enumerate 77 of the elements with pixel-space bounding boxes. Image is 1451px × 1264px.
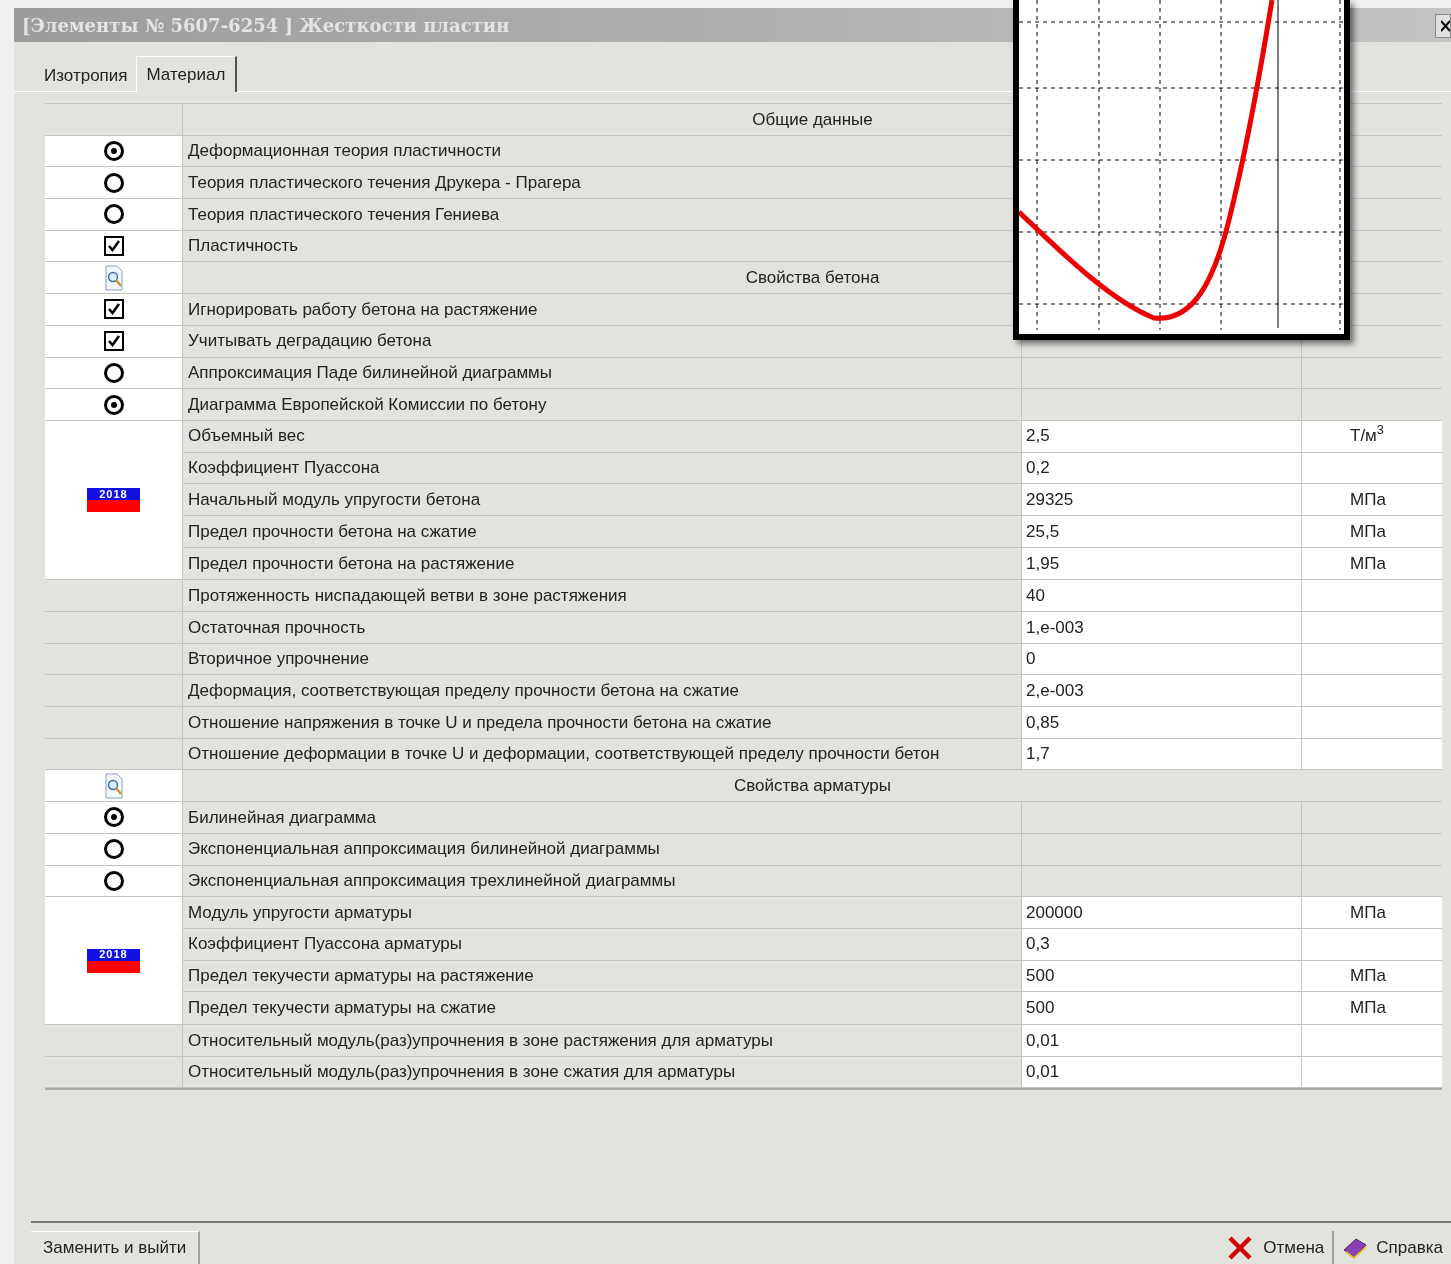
section-heading: Свойства арматуры xyxy=(734,775,891,798)
cancel-button[interactable]: Отмена xyxy=(1219,1231,1335,1264)
radio-button[interactable] xyxy=(103,204,124,225)
property-label: Экспоненциальная аппроксимация трехлинейной диаграммы xyxy=(188,870,676,893)
property-label: Начальный модуль упругости бетона xyxy=(188,488,481,511)
value-field[interactable]: 2,e-003 xyxy=(1022,675,1302,707)
tab[interactable]: Изотропия xyxy=(36,60,136,91)
value-field[interactable]: 1,7 xyxy=(1022,738,1302,770)
cross-icon xyxy=(1227,1234,1254,1261)
value-field[interactable]: 0,01 xyxy=(1022,1056,1302,1088)
value-field[interactable]: 0 xyxy=(1022,643,1302,675)
replace-and-exit-button[interactable]: Заменить и выйти xyxy=(31,1231,201,1264)
property-label: Относительный модуль(раз)упрочнения в зоне сжатия для арматуры xyxy=(188,1061,736,1084)
property-label: Экспоненциальная аппроксимация билинейной диаграммы xyxy=(188,838,660,861)
property-label: Теория пластического течения Гениева xyxy=(188,203,500,226)
property-label: Предел прочности бетона на сжатие xyxy=(188,520,477,543)
section-heading: Свойства бетона xyxy=(745,267,880,290)
property-label: Отношение деформации в точке U и деформации, соответствующей пределу прочности бетон xyxy=(188,743,940,766)
property-label: Коэффициент Пуассона арматуры xyxy=(188,933,462,956)
property-label: Теория пластического течения Друкера - Прагера xyxy=(188,171,581,194)
value-field[interactable]: 2,5 xyxy=(1022,420,1302,452)
close-button[interactable] xyxy=(1435,14,1451,38)
property-label: Остаточная прочность xyxy=(188,616,366,639)
close-icon xyxy=(1441,20,1450,32)
magnifier-icon[interactable] xyxy=(103,772,124,799)
property-label: Протяженность ниспадающей ветви в зоне растяжения xyxy=(188,584,627,607)
property-label: Предел текучести арматуры на сжатие xyxy=(188,997,496,1020)
property-label: Деформационная теория пластичности xyxy=(188,140,502,163)
radio-button[interactable] xyxy=(103,172,124,193)
property-label: Аппроксимация Паде билинейной диаграммы xyxy=(188,362,552,385)
magnifier-icon[interactable] xyxy=(103,264,124,291)
property-label: Предел прочности бетона на растяжение xyxy=(188,552,515,575)
value-field[interactable]: 0,85 xyxy=(1022,707,1302,738)
radio-button[interactable] xyxy=(103,394,124,415)
window-title: [Элементы № 5607-6254 ] Жесткости пластин xyxy=(22,13,510,38)
value-field[interactable]: 200000 xyxy=(1022,897,1302,928)
property-label: Коэффициент Пуассона xyxy=(188,457,380,480)
property-label: Модуль упругости арматуры xyxy=(188,901,412,924)
unit-cell: МПа xyxy=(1302,897,1442,928)
value-field[interactable]: 0,3 xyxy=(1022,928,1302,960)
unit-cell: Т/м$^{3}$ xyxy=(1302,420,1442,452)
value-field[interactable]: 25,5 xyxy=(1022,515,1302,547)
unit-cell: МПа xyxy=(1302,515,1442,547)
radio-button[interactable] xyxy=(103,362,124,383)
value-field[interactable]: 1,95 xyxy=(1022,547,1302,580)
section-heading: Общие данные xyxy=(752,108,873,131)
value-field[interactable]: 0,2 xyxy=(1022,452,1302,484)
tab[interactable]: Материал xyxy=(135,56,238,92)
property-label: Предел текучести арматуры на растяжение xyxy=(188,965,534,988)
unit-cell: МПа xyxy=(1302,992,1442,1024)
unit-cell: МПа xyxy=(1302,547,1442,580)
unit-cell: МПа xyxy=(1302,484,1442,515)
property-label: Диаграмма Европейской Комиссии по бетону xyxy=(188,393,547,416)
property-label: Учитывать деградацию бетона xyxy=(188,330,432,353)
value-field[interactable]: 1,e-003 xyxy=(1022,612,1302,643)
property-label: Билинейная диаграмма xyxy=(188,806,376,829)
value-field[interactable]: 0,01 xyxy=(1022,1024,1302,1056)
unit-cell: МПа xyxy=(1302,960,1442,992)
value-field[interactable]: 500 xyxy=(1022,960,1302,992)
radio-button[interactable] xyxy=(103,839,124,860)
property-label: Пластичность xyxy=(188,235,299,258)
radio-button[interactable] xyxy=(103,870,124,891)
property-label: Отношение напряжения в точке U и предела прочности бетона на сжатие xyxy=(188,711,772,734)
property-label: Вторичное упрочнение xyxy=(188,648,369,671)
radio-button[interactable] xyxy=(103,141,124,162)
property-label: Игнорировать работу бетона на растяжение xyxy=(188,298,538,321)
checkbox[interactable] xyxy=(103,299,124,320)
property-label: Деформация, соответствующая пределу прочности бетона на сжатие xyxy=(188,679,739,702)
checkbox[interactable] xyxy=(103,331,124,352)
value-field[interactable]: 40 xyxy=(1022,580,1302,611)
radio-button[interactable] xyxy=(103,807,124,828)
value-field[interactable]: 500 xyxy=(1022,992,1302,1024)
property-label: Объемный вес xyxy=(188,425,305,448)
checkbox[interactable] xyxy=(103,236,124,257)
help-button[interactable]: Справка xyxy=(1334,1231,1451,1264)
value-field[interactable]: 29325 xyxy=(1022,484,1302,515)
property-label: Относительный модуль(раз)упрочнения в зоне растяжения для арматуры xyxy=(188,1029,773,1052)
